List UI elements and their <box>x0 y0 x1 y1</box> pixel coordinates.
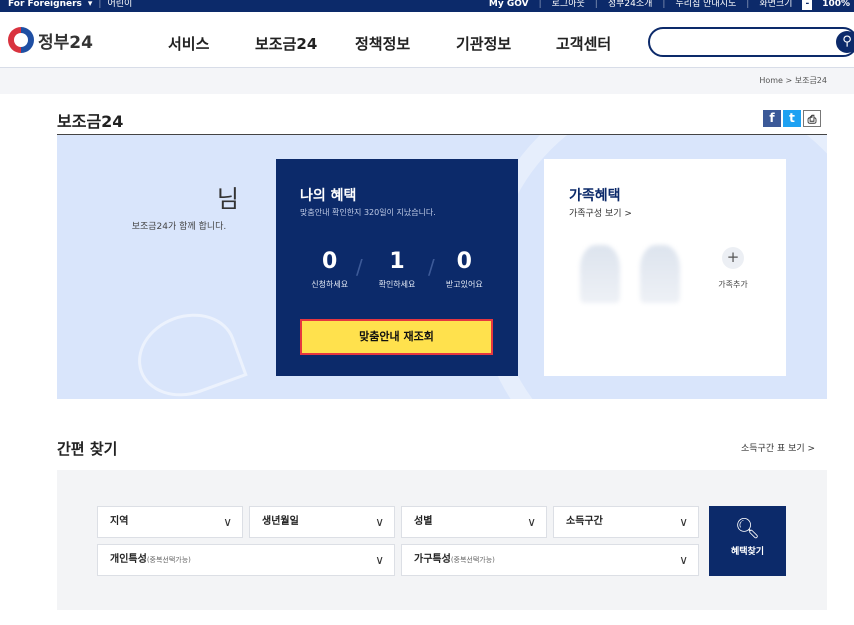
nav-item-agency[interactable]: 기관정보 <box>456 33 556 54</box>
chevron-down-icon: ∨ <box>527 515 536 529</box>
plus-icon[interactable]: + <box>722 247 744 269</box>
chevron-down-icon: ▾ <box>87 0 93 9</box>
decorative-leaf <box>126 300 248 399</box>
gender-select[interactable]: 성별 ∨ <box>401 506 547 538</box>
site-logo[interactable]: 정부24 <box>8 27 93 53</box>
recheck-button[interactable]: 맞춤안내 재조회 <box>300 319 493 355</box>
divider-slash: / <box>428 255 435 279</box>
share-buttons: f t ⎙ <box>763 110 821 127</box>
divider-slash: / <box>356 255 363 279</box>
about-link[interactable]: 정부24소개 <box>608 0 653 10</box>
nav-item-support[interactable]: 고객센터 <box>556 33 611 54</box>
quick-search-title: 간편 찾기 <box>57 440 118 458</box>
main-nav: 서비스 보조금24 정책정보 기관정보 고객센터 <box>168 33 611 54</box>
last-check-info: 맞춤안내 확인한지 320일이 지났습니다. <box>300 208 436 217</box>
my-benefits-card: 나의 혜택 맞춤안내 확인한지 320일이 지났습니다. 0 신청하세요 1 확… <box>276 159 518 376</box>
income-table-link[interactable]: 소득구간 표 보기 > <box>741 441 815 454</box>
breadcrumb-bar: Home > 보조금24 <box>0 68 854 94</box>
for-foreigners-link[interactable]: For Foreigners <box>8 0 82 10</box>
household-traits-select[interactable]: 가구특성(중복선택가능) ∨ <box>401 544 699 576</box>
find-benefits-button[interactable]: 🔍︎ 혜택찾기 <box>709 506 786 576</box>
kids-link[interactable]: 어린이 <box>107 0 132 10</box>
main-header: 정부24 서비스 보조금24 정책정보 기관정보 고객센터 ⚲ <box>0 12 854 68</box>
top-utility-bar: For Foreigners ▾ | 어린이 My GOV | 로그아웃 | 정… <box>0 0 854 12</box>
count-receiving[interactable]: 0 받고있어요 <box>434 249 494 290</box>
income-select[interactable]: 소득구간 ∨ <box>553 506 699 538</box>
nav-item-policy[interactable]: 정책정보 <box>355 33 456 54</box>
user-name-suffix: 님 <box>216 185 239 213</box>
my-gov-link[interactable]: My GOV <box>489 0 529 10</box>
greeting-subtitle: 보조금24가 함께 합니다. <box>131 222 227 232</box>
breadcrumb: Home > 보조금24 <box>759 76 827 85</box>
family-benefits-card: 가족혜택 가족구성 보기 > + 가족추가 <box>544 159 786 376</box>
region-select[interactable]: 지역 ∨ <box>97 506 243 538</box>
chevron-down-icon: ∨ <box>679 553 688 567</box>
divider: | <box>98 0 102 9</box>
search-icon: 🔍︎ <box>734 516 761 540</box>
search-input[interactable] <box>648 27 854 57</box>
benefit-counts: 0 신청하세요 1 확인하세요 0 받고있어요 <box>276 249 518 290</box>
family-benefits-title: 가족혜택 <box>569 188 621 204</box>
birthdate-select[interactable]: 생년월일 ∨ <box>249 506 395 538</box>
search-icon[interactable]: ⚲ <box>836 31 854 53</box>
nav-item-subsidy24[interactable]: 보조금24 <box>255 33 355 54</box>
zoom-out-button[interactable]: - <box>802 0 813 10</box>
print-icon[interactable]: ⎙ <box>803 110 821 127</box>
facebook-icon[interactable]: f <box>763 110 781 127</box>
logout-link[interactable]: 로그아웃 <box>552 0 585 10</box>
count-apply[interactable]: 0 신청하세요 <box>300 249 360 290</box>
family-member-avatar[interactable] <box>640 245 680 303</box>
family-structure-link[interactable]: 가족구성 보기 > <box>569 206 632 219</box>
family-member-avatar[interactable] <box>580 245 620 303</box>
count-check[interactable]: 1 확인하세요 <box>367 249 427 290</box>
logo-text: 정부24 <box>38 32 93 53</box>
chevron-down-icon: ∨ <box>375 515 384 529</box>
page-title: 보조금24 <box>57 112 124 131</box>
sitemap-link[interactable]: 누리집 안내지도 <box>675 0 736 10</box>
add-family-label[interactable]: 가족추가 <box>702 279 764 290</box>
twitter-icon[interactable]: t <box>783 110 801 127</box>
nav-item-service[interactable]: 서비스 <box>168 33 255 54</box>
benefit-banner: 님 보조금24가 함께 합니다. 나의 혜택 맞춤안내 확인한지 320일이 지… <box>57 135 827 399</box>
zoom-level: 100% <box>822 0 850 9</box>
screen-size-label: 화면크기 <box>759 0 793 9</box>
taegeuk-logo-icon <box>8 27 34 53</box>
chevron-down-icon: ∨ <box>679 515 688 529</box>
chevron-down-icon: ∨ <box>375 553 384 567</box>
personal-traits-select[interactable]: 개인특성(중복선택가능) ∨ <box>97 544 395 576</box>
chevron-down-icon: ∨ <box>223 515 232 529</box>
my-benefits-title: 나의 혜택 <box>300 188 357 204</box>
